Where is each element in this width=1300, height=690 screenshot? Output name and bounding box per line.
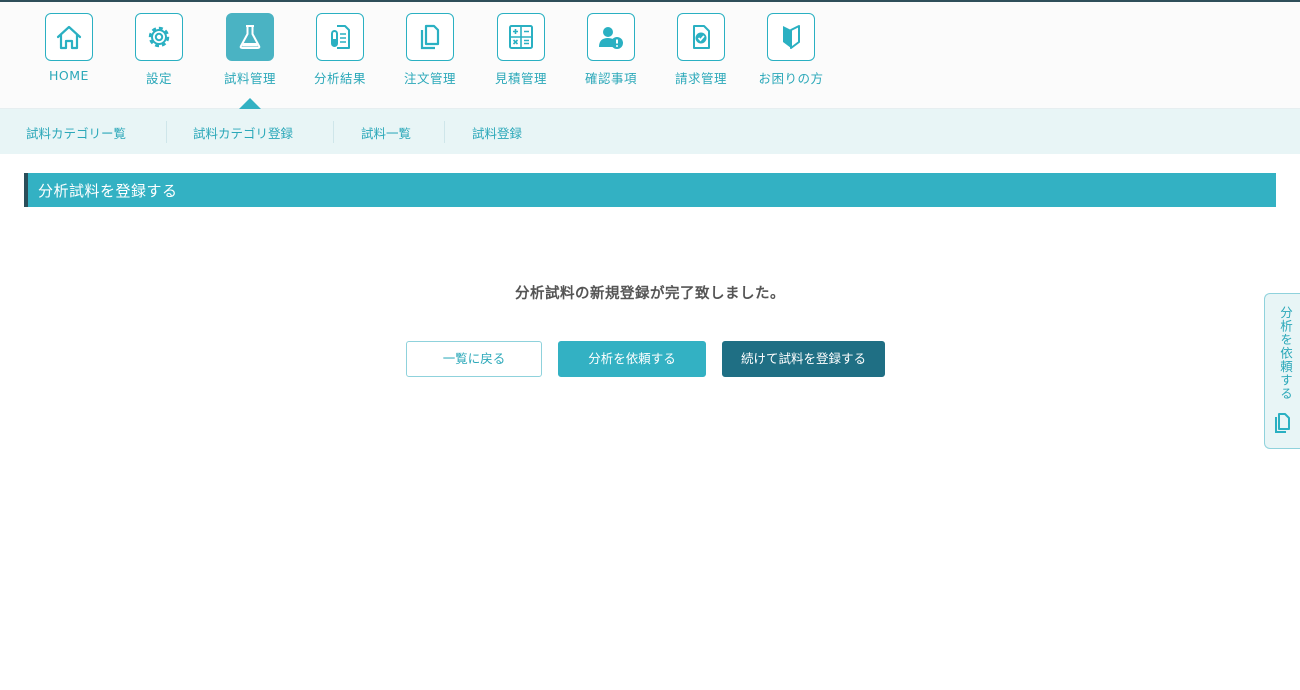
nav-item-home[interactable]: HOME [24, 13, 114, 93]
continue-register-button[interactable]: 続けて試料を登録する [722, 341, 885, 377]
user-alert-icon [587, 13, 635, 61]
copy-document-icon [406, 13, 454, 61]
top-navigation: HOME 設定 試料管理 分析結果 注文管理 見積管理 確認事項 請求管理 お困… [0, 2, 1300, 109]
subnav-item-category-register[interactable]: 試料カテゴリ登録 [193, 123, 293, 142]
flask-icon [226, 13, 274, 61]
back-to-list-button[interactable]: 一覧に戻る [406, 341, 542, 377]
beginner-mark-icon [767, 13, 815, 61]
nav-label: 見積管理 [494, 71, 547, 86]
nav-item-billing-management[interactable]: 請求管理 [656, 13, 746, 93]
subnav-item-sample-register[interactable]: 試料登録 [472, 123, 522, 142]
subnav-divider [333, 121, 334, 143]
nav-item-help[interactable]: お困りの方 [746, 13, 836, 93]
subnav-item-sample-list[interactable]: 試料一覧 [361, 123, 411, 142]
side-request-analysis-tab[interactable]: 分析を依頼する [1264, 293, 1300, 449]
nav-label: 確認事項 [584, 71, 637, 86]
nav-item-confirmation[interactable]: 確認事項 [566, 13, 656, 93]
nav-label: お困りの方 [758, 71, 824, 86]
copy-document-icon [1275, 413, 1290, 433]
nav-label: HOME [49, 68, 89, 83]
nav-item-sample-management[interactable]: 試料管理 [205, 13, 295, 93]
document-check-icon [677, 13, 725, 61]
nav-item-order-management[interactable]: 注文管理 [385, 13, 475, 93]
subnav-divider [444, 121, 445, 143]
nav-item-analysis-results[interactable]: 分析結果 [295, 13, 385, 93]
test-tube-document-icon [316, 13, 364, 61]
subnav-divider [166, 121, 167, 143]
nav-item-estimate-management[interactable]: 見積管理 [476, 13, 566, 93]
nav-label: 試料管理 [223, 71, 276, 86]
nav-label: 設定 [145, 71, 172, 86]
section-title: 分析試料を登録する [38, 182, 178, 200]
home-icon [45, 13, 93, 61]
active-indicator [239, 98, 261, 109]
nav-item-settings[interactable]: 設定 [114, 13, 204, 93]
sub-navigation: 試料カテゴリー覧 試料カテゴリ登録 試料一覧 試料登録 [0, 109, 1300, 154]
calculator-icon [497, 13, 545, 61]
side-tab-label: 分析を依頼する [1278, 306, 1293, 401]
nav-label: 注文管理 [403, 71, 456, 86]
section-header: 分析試料を登録する [24, 173, 1276, 207]
gear-icon [135, 13, 183, 61]
subnav-item-category-list[interactable]: 試料カテゴリー覧 [26, 123, 126, 142]
completion-message: 分析試料の新規登録が完了致しました。 [515, 286, 785, 302]
nav-label: 分析結果 [313, 71, 366, 86]
nav-label: 請求管理 [674, 71, 727, 86]
request-analysis-button[interactable]: 分析を依頼する [558, 341, 706, 377]
